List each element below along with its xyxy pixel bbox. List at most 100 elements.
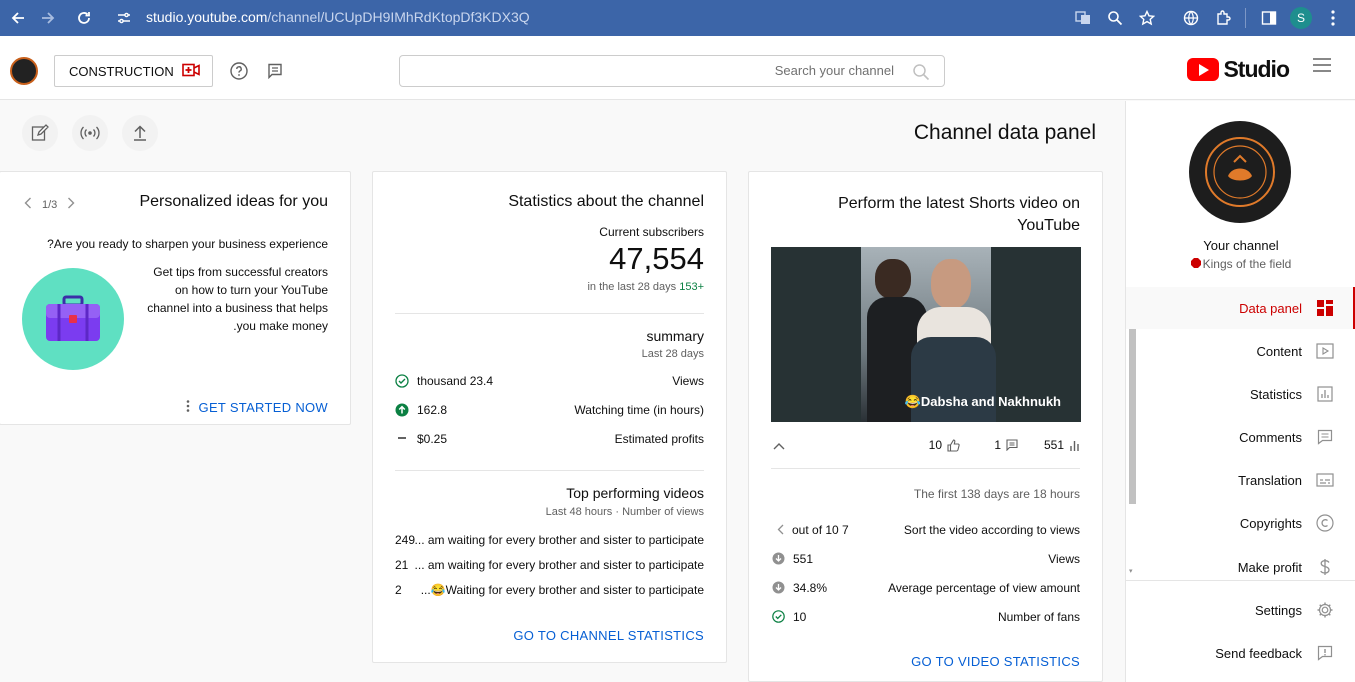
your-channel-label: Your channel (1203, 238, 1279, 253)
zoom-icon[interactable] (1099, 0, 1131, 36)
top-video-row[interactable]: 21 ... am waiting for every brother and … (395, 557, 704, 575)
chevron-left-icon[interactable] (24, 197, 32, 212)
dashboard-icon (1316, 299, 1334, 317)
summary-row: $0.25 Estimated profits (395, 431, 704, 449)
comments-icon (1316, 428, 1334, 446)
video-stat-label: Number of fans (997, 610, 1080, 624)
video-add-icon (181, 63, 200, 80)
views-metric: 551 (1044, 438, 1080, 452)
dash-icon (397, 431, 407, 448)
sidebar-item-copyrights[interactable]: Copyrights (1126, 502, 1355, 544)
top-video-title: ... am waiting for every brother and sis… (414, 533, 704, 547)
address-bar[interactable]: studio.youtube.com/channel/UCUpDH9IMhRdK… (146, 9, 530, 25)
arrow-up-circle-icon (395, 403, 409, 420)
video-statistics-link[interactable]: GO TO VIDEO STATISTICS (911, 654, 1080, 669)
chevron-right-icon[interactable] (67, 197, 75, 212)
video-stat-value: 10 (793, 610, 807, 624)
side-panel-icon[interactable] (1253, 0, 1285, 36)
views-value: 551 (1043, 438, 1064, 452)
sidebar-item-label: Content (1256, 343, 1302, 359)
profile-avatar[interactable]: S (1285, 0, 1317, 36)
likes-metric: 10 (929, 438, 960, 452)
sidebar-item-send-feedback[interactable]: Send feedback (1126, 632, 1355, 674)
sidebar-item-content[interactable]: Content (1126, 330, 1355, 372)
feedback-icon[interactable] (265, 61, 285, 81)
create-button[interactable]: CONSTRUCTION (54, 55, 213, 87)
summary-row: 162.8 Watching time (in hours) (395, 402, 704, 420)
channel-stats-card: Statistics about the channel Current sub… (372, 171, 727, 663)
comment-icon (1006, 439, 1018, 451)
channel-statistics-link[interactable]: GO TO CHANNEL STATISTICS (513, 628, 704, 643)
top-videos-title: Top performing videos (566, 485, 704, 501)
divider (771, 468, 1080, 469)
video-stat-label: Average percentage of view amount (888, 581, 1080, 595)
summary-label: Watching time (in hours) (574, 403, 704, 417)
summary-label: Views (672, 374, 704, 388)
subs-value: 47,554 (609, 241, 704, 276)
feedback-icon (1316, 644, 1334, 662)
sidebar-item-label: Copyrights (1239, 515, 1302, 531)
video-thumbnail[interactable]: 😂Dabsha and Nakhnukh (771, 247, 1081, 422)
divider (1126, 580, 1355, 581)
subs-period: in the last 28 days (587, 281, 677, 293)
live-broadcast-icon[interactable] (72, 115, 108, 151)
sidebar-item-statistics[interactable]: Statistics (1126, 373, 1355, 415)
sidebar-item-label: Statistics (1249, 386, 1302, 402)
youtube-play-icon (1187, 58, 1220, 81)
subs-label: Current subscribers (599, 225, 704, 239)
video-caption: 😂Dabsha and Nakhnukh (904, 394, 1061, 409)
upload-icon[interactable] (122, 115, 158, 151)
briefcase-illustration (22, 268, 124, 370)
account-avatar[interactable] (10, 57, 38, 85)
sidebar-item-make-profit[interactable]: Make profit (1126, 546, 1355, 588)
rank-row: out of 10 7 Sort the video according to … (771, 522, 1080, 540)
top-video-row[interactable]: 2 ...😂Waiting for every brother and sist… (395, 582, 704, 600)
sidebar-item-label: Translation (1238, 472, 1302, 488)
sidebar-item-comments[interactable]: Comments (1126, 416, 1355, 458)
more-vert-icon[interactable] (1317, 0, 1349, 36)
gear-icon (1316, 601, 1334, 619)
translate-icon[interactable] (1067, 0, 1099, 36)
ideas-line: channel into a business that helps (147, 301, 328, 315)
studio-header: CONSTRUCTION Studio (0, 36, 1355, 100)
top-video-count: 249 (395, 533, 416, 547)
sidebar-item-translation[interactable]: Translation (1126, 459, 1355, 501)
forward-icon[interactable] (30, 0, 66, 36)
logo-text: Studio (1223, 56, 1290, 82)
top-video-row[interactable]: 249 ... am waiting for every brother and… (395, 532, 704, 550)
edit-icon[interactable] (22, 115, 58, 151)
first-days-label: The first 138 days are 18 hours (913, 487, 1080, 501)
help-icon[interactable] (229, 61, 249, 81)
site-info-icon[interactable] (112, 6, 136, 30)
search-icon[interactable] (912, 63, 930, 86)
sidebar-item-data-panel[interactable]: Data panel (1126, 287, 1355, 329)
search-input[interactable] (494, 63, 894, 78)
globe-icon[interactable] (1175, 0, 1207, 36)
chevron-up-icon[interactable] (773, 439, 785, 453)
channel-avatar[interactable] (1189, 121, 1291, 223)
channel-logo-icon (1205, 137, 1275, 207)
divider (395, 313, 704, 314)
video-metrics-row: 10 1 551 (771, 437, 1080, 455)
content-icon (1316, 342, 1334, 360)
sidebar-item-label: Make profit (1237, 559, 1302, 575)
hamburger-menu-icon[interactable] (1313, 58, 1331, 74)
extensions-icon[interactable] (1207, 0, 1239, 36)
ideas-question: ?Are you ready to sharpen your business … (47, 237, 328, 251)
video-stat-value: 34.8% (793, 581, 828, 595)
copyright-icon (1316, 514, 1334, 532)
sidebar-item-settings[interactable]: Settings (1126, 589, 1355, 631)
rank-value: out of 10 7 (792, 523, 849, 537)
ideas-line: on how to turn your YouTube (175, 283, 328, 297)
rank-label: Sort the video according to views (903, 523, 1080, 537)
get-started-link[interactable]: GET STARTED NOW (199, 400, 328, 415)
ideas-line: .you make money (233, 319, 328, 333)
video-stat-value: 551 (793, 552, 814, 566)
bookmark-star-icon[interactable] (1131, 0, 1163, 36)
channel-name-row: Kings of the field (1126, 257, 1355, 271)
studio-logo[interactable]: Studio (1187, 56, 1290, 83)
check-circle-icon (772, 610, 785, 626)
reload-icon[interactable] (66, 0, 102, 36)
top-video-count: 21 (395, 558, 409, 572)
more-options-icon[interactable] (186, 399, 190, 417)
